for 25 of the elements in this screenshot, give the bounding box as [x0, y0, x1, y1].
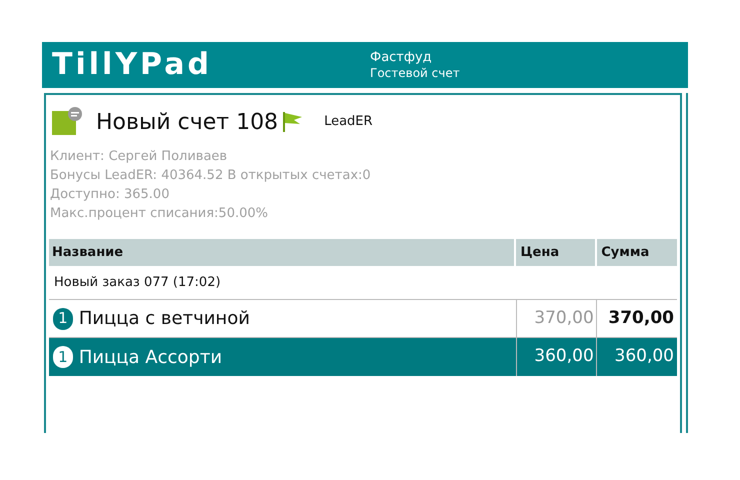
header-title: Фастфуд — [370, 50, 433, 66]
column-header: Название — [51, 244, 124, 262]
order-group-label: Новый заказ 077 (17:02) — [53, 274, 221, 292]
client-info-line: Бонусы LeadER: 40364.52 В открытых счетах:0 — [50, 167, 372, 185]
item-price: 370,00 — [516, 300, 596, 337]
loyalty-program: LeadER — [324, 113, 373, 132]
order-row[interactable]: 1 Пицца Ассорти 360,00 360,00 — [49, 338, 677, 376]
client-info-line: Клиент: Сергей Поливаев — [50, 148, 228, 166]
item-name: Пицца с ветчиной — [78, 307, 251, 331]
column-header: Цена — [514, 239, 596, 266]
quantity-badge: 1 — [53, 308, 73, 330]
bill-icon — [52, 107, 82, 137]
logo: TillYPad — [52, 50, 213, 80]
item-sum: 360,00 — [596, 338, 677, 376]
item-name: Пицца Ассорти — [78, 346, 224, 370]
order-row[interactable]: 1 Пицца с ветчиной 370,00 370,00 — [49, 300, 677, 338]
client-info-line: Доступно: 365.00 — [50, 186, 170, 204]
column-header: Сумма — [595, 239, 677, 266]
bill-title: Новый счет 108 — [96, 108, 278, 136]
item-price: 360,00 — [516, 338, 596, 376]
client-info-line: Макс.процент списания:50.00% — [50, 205, 269, 223]
item-sum: 370,00 — [596, 300, 677, 337]
header-subtitle: Гостевой счет — [370, 66, 460, 80]
flag-icon — [280, 110, 304, 134]
quantity-badge: 1 — [53, 346, 73, 368]
